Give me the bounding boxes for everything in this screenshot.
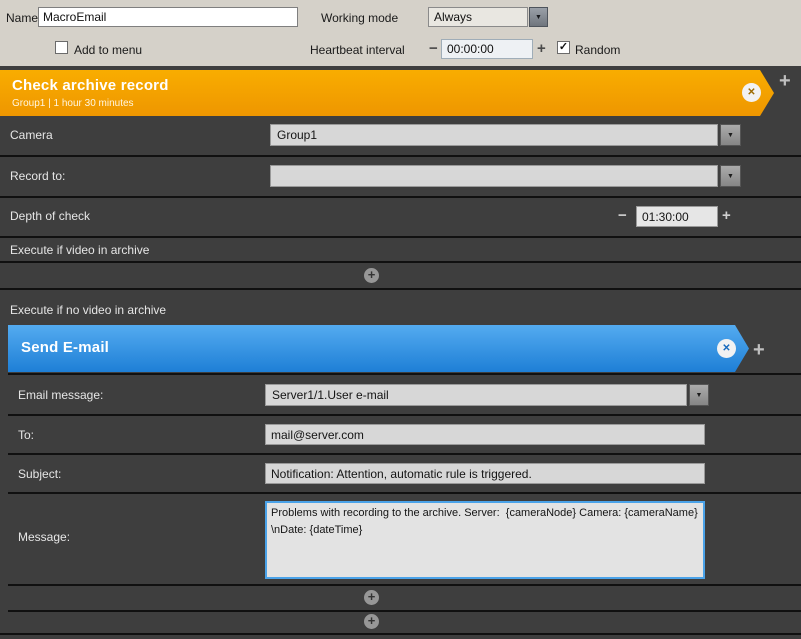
heartbeat-interval-label: Heartbeat interval (310, 43, 405, 57)
random-label: Random (575, 43, 620, 57)
subject-input[interactable] (265, 463, 705, 484)
macro-settings-bar: Name: Working mode Always ▼ Add to menu … (0, 0, 801, 66)
subject-row: Subject: (8, 455, 801, 494)
subject-label: Subject: (18, 467, 61, 481)
archive-block-title: Check archive record (12, 77, 169, 94)
depth-of-check-label: Depth of check (10, 209, 90, 223)
execute-if-no-video-label: Execute if no video in archive (10, 303, 166, 317)
camera-select[interactable]: Group1 (270, 124, 718, 146)
chevron-down-icon: ▼ (727, 173, 734, 180)
working-mode-label: Working mode (321, 11, 398, 25)
macro-name-input[interactable] (38, 7, 298, 27)
add-to-menu-checkbox[interactable] (55, 41, 68, 54)
heartbeat-decrement-button[interactable]: − (429, 41, 438, 56)
working-mode-value: Always (434, 10, 472, 24)
add-email-item-button[interactable]: + (364, 590, 379, 605)
chevron-down-icon: ▼ (696, 392, 703, 399)
send-email-body: Email message: Server1/1.User e-mail ▼ T… (8, 373, 801, 612)
archive-block-close-button[interactable]: ✕ (742, 83, 761, 102)
chevron-down-icon: ▼ (727, 132, 734, 139)
send-email-header: Send E-mail ✕ (8, 325, 749, 372)
email-block-close-button[interactable]: ✕ (717, 339, 736, 358)
execute-if-video-row: Execute if video in archive (0, 238, 801, 263)
email-actions-area: + (8, 586, 801, 610)
record-to-row: Record to: ▼ (0, 157, 801, 198)
random-checkbox[interactable]: ✓ (557, 41, 570, 54)
add-no-video-action-button[interactable]: + (753, 340, 765, 360)
depth-of-check-row: Depth of check − + (0, 198, 801, 238)
working-mode-dropdown-arrow[interactable]: ▼ (529, 7, 548, 27)
check-icon: ✓ (559, 42, 568, 53)
close-icon: ✕ (747, 88, 755, 98)
message-textarea[interactable]: Problems with recording to the archive. … (265, 501, 705, 579)
message-row: Message: Problems with recording to the … (8, 494, 801, 586)
add-no-video-item-button[interactable]: + (364, 614, 379, 629)
name-label: Name: (6, 11, 41, 25)
camera-row: Camera Group1 ▼ (0, 116, 801, 157)
depth-increment-button[interactable]: + (722, 208, 731, 223)
email-block-title: Send E-mail (21, 339, 109, 356)
check-archive-record-header: Check archive record Group1 | 1 hour 30 … (0, 70, 774, 116)
heartbeat-interval-input[interactable] (441, 39, 533, 59)
message-label: Message: (18, 530, 70, 544)
close-icon: ✕ (722, 344, 730, 354)
depth-decrement-button[interactable]: − (618, 208, 627, 223)
record-to-dropdown-arrow[interactable]: ▼ (720, 165, 741, 187)
execute-if-video-label: Execute if video in archive (10, 243, 149, 257)
camera-label: Camera (10, 128, 53, 142)
email-message-select[interactable]: Server1/1.User e-mail (265, 384, 687, 406)
camera-value: Group1 (277, 128, 317, 142)
email-message-row: Email message: Server1/1.User e-mail ▼ (8, 375, 801, 416)
record-to-select[interactable] (270, 165, 718, 187)
archive-block-subtitle: Group1 | 1 hour 30 minutes (12, 98, 134, 109)
record-to-label: Record to: (10, 169, 65, 183)
execute-if-no-video-row: Execute if no video in archive (0, 290, 801, 323)
camera-dropdown-arrow[interactable]: ▼ (720, 124, 741, 146)
to-label: To: (18, 428, 34, 442)
depth-of-check-input[interactable] (636, 206, 718, 227)
execute-if-video-actions-area: + (0, 263, 801, 290)
email-message-value: Server1/1.User e-mail (272, 388, 389, 402)
to-row: To: (8, 416, 801, 455)
working-mode-select[interactable]: Always (428, 7, 528, 27)
bottom-divider (0, 633, 801, 635)
email-message-dropdown-arrow[interactable]: ▼ (689, 384, 709, 406)
add-macro-action-button[interactable]: + (779, 71, 791, 91)
add-video-action-button[interactable]: + (364, 268, 379, 283)
chevron-down-icon: ▼ (535, 14, 542, 21)
email-message-label: Email message: (18, 388, 103, 402)
heartbeat-increment-button[interactable]: + (537, 41, 546, 56)
add-to-menu-label: Add to menu (74, 43, 142, 57)
to-input[interactable] (265, 424, 705, 445)
